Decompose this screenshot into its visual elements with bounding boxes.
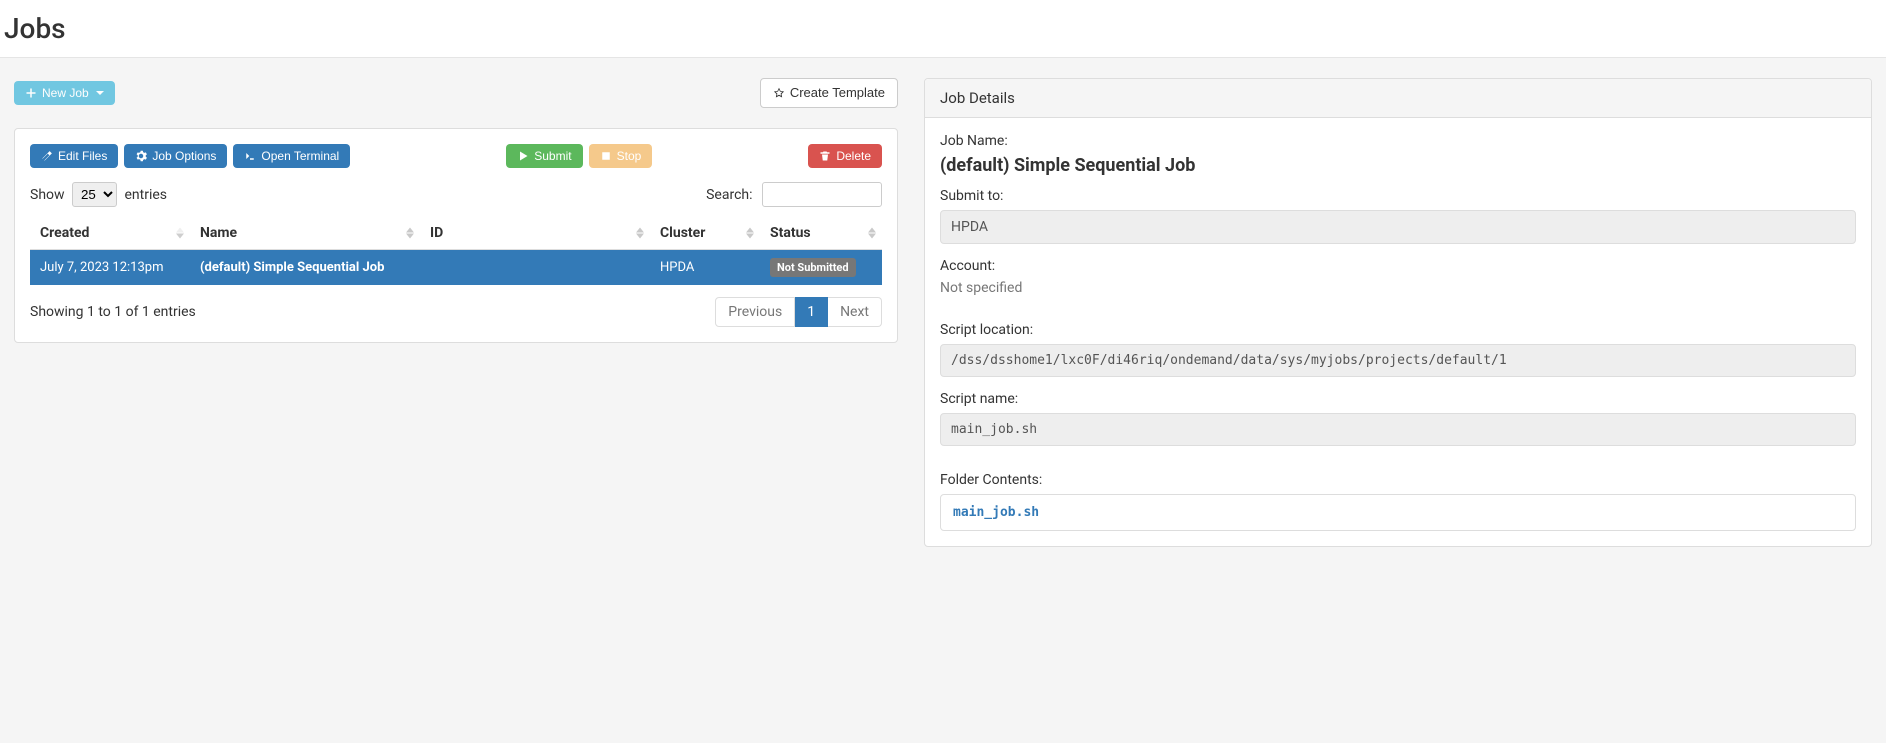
content: New Job Create Template Edit Files bbox=[0, 58, 1886, 567]
trash-icon bbox=[819, 150, 831, 162]
delete-button[interactable]: Delete bbox=[808, 144, 882, 168]
account-label: Account: bbox=[940, 258, 1856, 274]
create-template-label: Create Template bbox=[790, 85, 885, 101]
cell-id bbox=[420, 249, 650, 285]
stop-button[interactable]: Stop bbox=[589, 144, 653, 168]
open-terminal-label: Open Terminal bbox=[261, 149, 339, 163]
sort-icon bbox=[868, 227, 876, 238]
folder-file-link[interactable]: main_job.sh bbox=[953, 505, 1039, 520]
edit-icon bbox=[41, 150, 53, 162]
jobs-panel: Edit Files Job Options Open Terminal bbox=[14, 128, 898, 343]
edit-files-button[interactable]: Edit Files bbox=[30, 144, 118, 168]
search-input[interactable] bbox=[762, 182, 882, 207]
job-name-value: (default) Simple Sequential Job bbox=[940, 155, 1856, 176]
open-terminal-button[interactable]: Open Terminal bbox=[233, 144, 350, 168]
cell-cluster: HPDA bbox=[650, 249, 760, 285]
stop-label: Stop bbox=[617, 149, 642, 163]
sort-icon bbox=[746, 227, 754, 238]
col-name[interactable]: Name bbox=[190, 217, 420, 250]
page-prev[interactable]: Previous bbox=[715, 297, 795, 327]
page-header: Jobs bbox=[0, 0, 1886, 58]
plus-icon bbox=[25, 87, 37, 99]
cell-status: Not Submitted bbox=[760, 249, 882, 285]
pagination: Previous 1 Next bbox=[715, 297, 882, 327]
submit-to-value: HPDA bbox=[940, 210, 1856, 244]
script-location-label: Script location: bbox=[940, 322, 1856, 338]
search-label: Search: bbox=[706, 187, 752, 203]
job-options-button[interactable]: Job Options bbox=[124, 144, 227, 168]
submit-label: Submit bbox=[534, 149, 571, 163]
col-status[interactable]: Status bbox=[760, 217, 882, 250]
play-icon bbox=[517, 150, 529, 162]
account-value: Not specified bbox=[940, 280, 1856, 296]
caret-down-icon bbox=[96, 91, 104, 95]
status-badge: Not Submitted bbox=[770, 258, 856, 277]
gear-icon bbox=[135, 150, 147, 162]
page-next[interactable]: Next bbox=[828, 297, 882, 327]
page-title: Jobs bbox=[4, 12, 1886, 45]
datatable-controls: Show 25 entries Search: bbox=[30, 182, 882, 207]
col-created[interactable]: Created bbox=[30, 217, 190, 250]
datatable-footer: Showing 1 to 1 of 1 entries Previous 1 N… bbox=[30, 297, 882, 327]
table-info: Showing 1 to 1 of 1 entries bbox=[30, 304, 196, 320]
table-row[interactable]: July 7, 2023 12:13pm (default) Simple Se… bbox=[30, 249, 882, 285]
submit-button[interactable]: Submit bbox=[506, 144, 582, 168]
search-control: Search: bbox=[706, 182, 882, 207]
top-actions: New Job Create Template bbox=[14, 78, 898, 108]
table-header-row: Created Name bbox=[30, 217, 882, 250]
delete-label: Delete bbox=[836, 149, 871, 163]
create-template-button[interactable]: Create Template bbox=[760, 78, 898, 108]
terminal-icon bbox=[244, 150, 256, 162]
details-column: Job Details Job Name: (default) Simple S… bbox=[924, 78, 1872, 547]
jobs-toolbar: Edit Files Job Options Open Terminal bbox=[30, 144, 882, 168]
cell-name: (default) Simple Sequential Job bbox=[190, 249, 420, 285]
show-prefix: Show bbox=[30, 187, 65, 203]
sort-icon bbox=[636, 227, 644, 238]
script-name-label: Script name: bbox=[940, 391, 1856, 407]
submit-to-label: Submit to: bbox=[940, 188, 1856, 204]
page-length-control: Show 25 entries bbox=[30, 182, 167, 207]
folder-item: main_job.sh bbox=[940, 494, 1856, 531]
folder-contents-label: Folder Contents: bbox=[940, 472, 1856, 488]
script-name-value: main_job.sh bbox=[940, 413, 1856, 446]
job-options-label: Job Options bbox=[152, 149, 216, 163]
jobs-column: New Job Create Template Edit Files bbox=[14, 78, 898, 343]
sort-icon bbox=[406, 227, 414, 238]
page-current[interactable]: 1 bbox=[795, 297, 828, 327]
cell-created: July 7, 2023 12:13pm bbox=[30, 249, 190, 285]
star-outline-icon bbox=[773, 87, 785, 99]
new-job-label: New Job bbox=[42, 86, 89, 100]
script-location-value: /dss/dsshome1/lxc0F/di46riq/ondemand/dat… bbox=[940, 344, 1856, 377]
jobs-table: Created Name bbox=[30, 217, 882, 285]
sort-icon bbox=[176, 227, 184, 238]
page-length-select[interactable]: 25 bbox=[72, 182, 117, 207]
new-job-button[interactable]: New Job bbox=[14, 81, 115, 105]
stop-icon bbox=[600, 150, 612, 162]
show-suffix: entries bbox=[125, 187, 168, 203]
col-cluster[interactable]: Cluster bbox=[650, 217, 760, 250]
edit-files-label: Edit Files bbox=[58, 149, 107, 163]
details-panel: Job Details Job Name: (default) Simple S… bbox=[924, 78, 1872, 547]
col-id[interactable]: ID bbox=[420, 217, 650, 250]
job-name-label: Job Name: bbox=[940, 133, 1856, 149]
details-heading: Job Details bbox=[925, 79, 1871, 118]
